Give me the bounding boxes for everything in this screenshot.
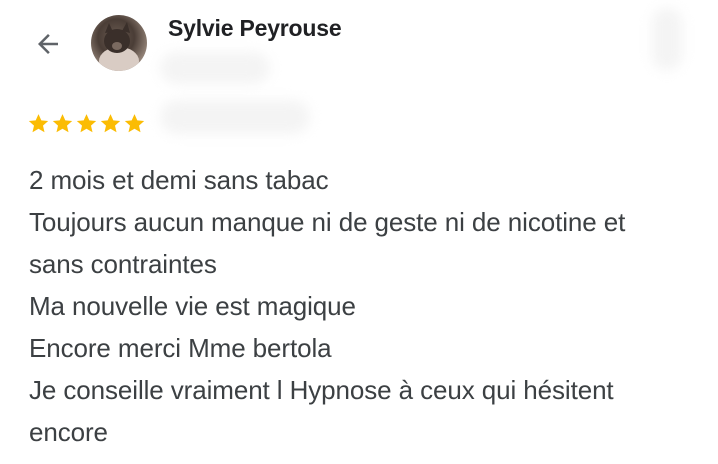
blurred-region <box>160 100 310 134</box>
review-line: encore <box>29 417 108 447</box>
author-name[interactable]: Sylvie Peyrouse <box>168 15 342 42</box>
star-icon <box>52 114 73 133</box>
avatar-image <box>99 22 139 71</box>
arrow-left-icon <box>38 34 58 54</box>
review-line: sans contraintes <box>29 249 217 279</box>
review-text: 2 mois et demi sans tabac Toujours aucun … <box>29 159 699 453</box>
star-icon <box>28 114 49 133</box>
blurred-region <box>160 52 270 84</box>
back-button[interactable] <box>26 24 70 64</box>
review-line: Toujours aucun manque ni de geste ni de … <box>29 207 626 237</box>
review-line: Je conseille vraiment l Hypnose à ceux q… <box>29 375 614 405</box>
star-rating <box>27 112 146 135</box>
review-line: Encore merci Mme bertola <box>29 333 332 363</box>
star-icon <box>76 114 97 133</box>
review-line: 2 mois et demi sans tabac <box>29 165 329 195</box>
star-icon <box>124 114 145 133</box>
review-line: Ma nouvelle vie est magique <box>29 291 356 321</box>
star-icon <box>100 114 121 133</box>
blurred-region <box>652 8 682 70</box>
avatar[interactable] <box>91 15 147 71</box>
